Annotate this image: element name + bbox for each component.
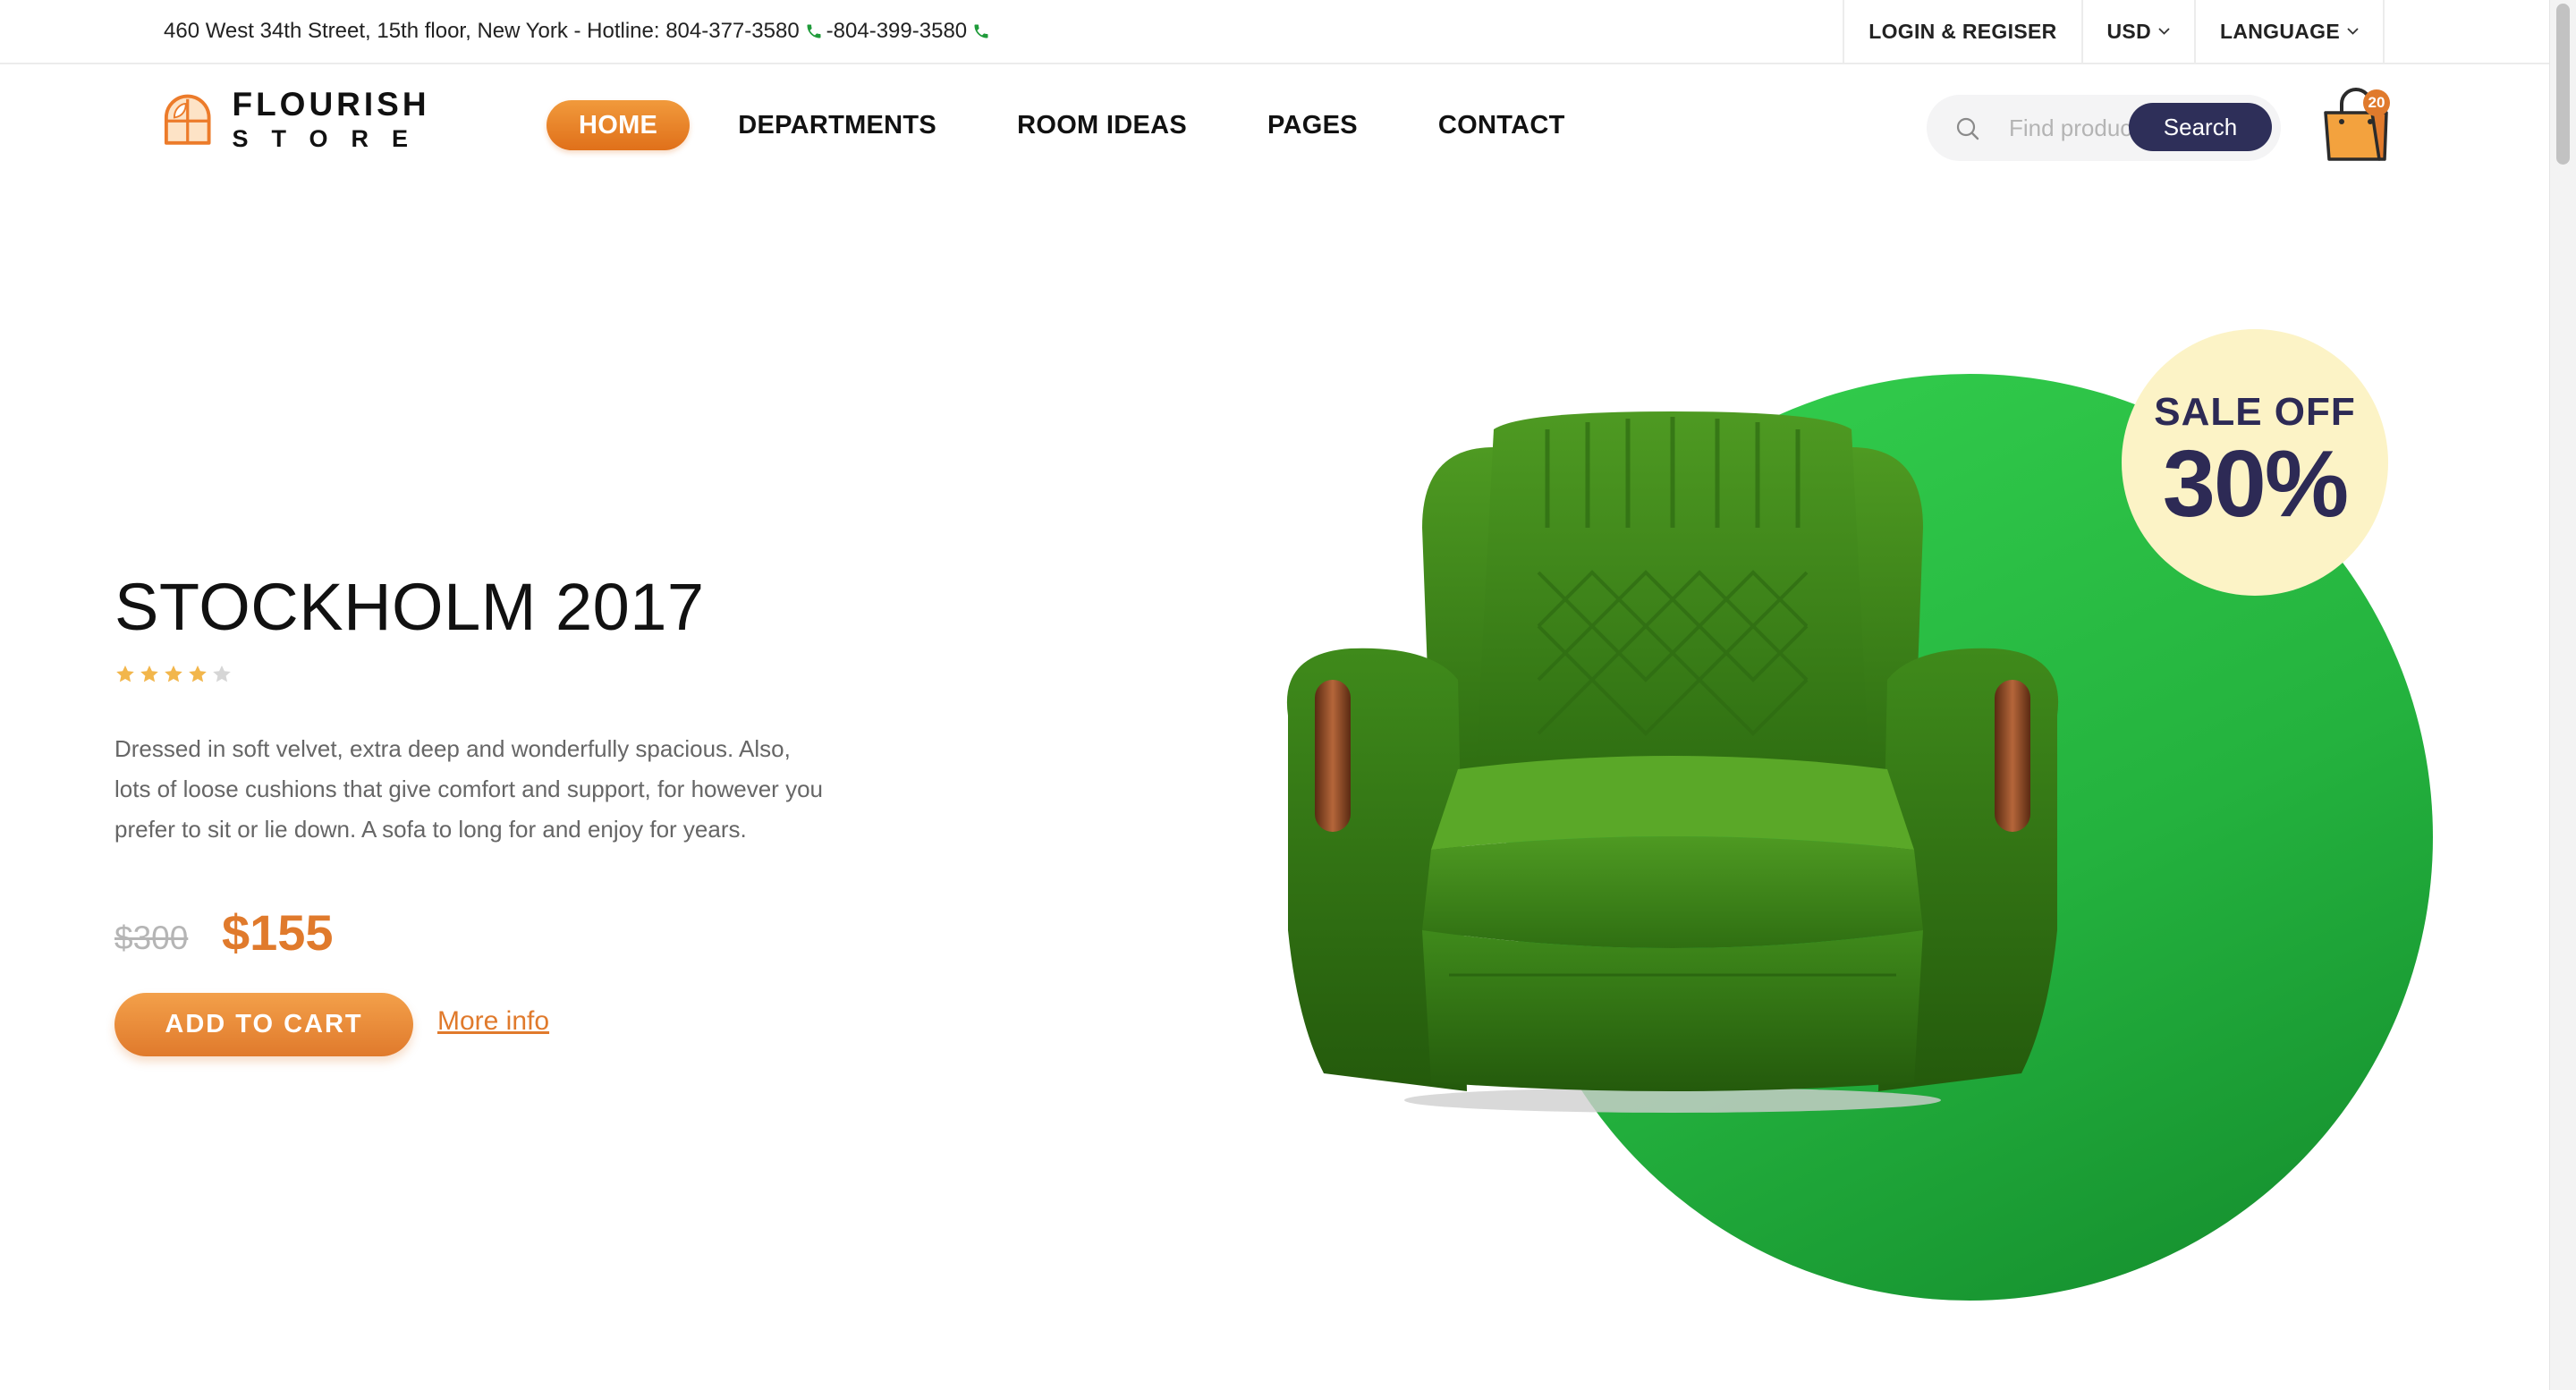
phone-icon xyxy=(807,24,821,38)
page-scrollbar[interactable] xyxy=(2549,0,2576,1390)
chevron-down-icon xyxy=(2347,28,2359,35)
top-info-bar: 460 West 34th Street, 15th floor, New Yo… xyxy=(0,0,2549,64)
search-button[interactable]: Search xyxy=(2129,103,2272,151)
search-input[interactable] xyxy=(2007,111,2141,145)
more-info-link[interactable]: More info xyxy=(437,1006,549,1037)
star-icon xyxy=(116,665,134,682)
star-icon xyxy=(140,665,158,682)
nav-departments[interactable]: DEPARTMENTS xyxy=(738,100,936,150)
login-register-link[interactable]: LOGIN & REGISER xyxy=(1843,0,2080,63)
nav-home[interactable]: HOME xyxy=(547,100,691,150)
star-icon xyxy=(189,665,207,682)
armchair-image xyxy=(1286,411,2059,1113)
sale-percent: 30% xyxy=(2162,431,2349,537)
currency-label: USD xyxy=(2106,19,2151,43)
price-original: $300 xyxy=(114,920,189,956)
logo-name: FLOURISH xyxy=(232,86,430,123)
login-register-label: LOGIN & REGISER xyxy=(1868,19,2057,43)
logo-window-icon xyxy=(164,94,211,145)
product-rating xyxy=(114,664,235,685)
separator-text: - xyxy=(826,19,834,43)
cart-button[interactable]: 20 xyxy=(2320,88,2392,163)
chevron-down-icon xyxy=(2158,28,2170,35)
sale-label: SALE OFF xyxy=(2154,390,2356,434)
price-sale: $155 xyxy=(222,904,334,961)
logo-subtitle: STORE xyxy=(232,125,431,152)
product-description: Dressed in soft velvet, extra deep and w… xyxy=(114,735,823,843)
logo-wordmark: FLOURISH STORE xyxy=(232,87,431,153)
store-logo[interactable]: FLOURISH STORE xyxy=(163,79,431,161)
language-label: LANGUAGE xyxy=(2219,19,2340,43)
product-title: STOCKHOLM 2017 xyxy=(114,570,705,644)
scrollbar-thumb[interactable] xyxy=(2556,4,2570,165)
phone-icon xyxy=(974,24,988,38)
currency-dropdown[interactable]: USD xyxy=(2080,0,2194,63)
account-tools: LOGIN & REGISER USD LANGUAGE xyxy=(1843,0,2385,63)
add-to-cart-button[interactable]: ADD TO CART xyxy=(114,993,413,1056)
main-nav: HOME DEPARTMENTS ROOM IDEAS PAGES CONTAC… xyxy=(547,100,1646,150)
sale-badge: SALE OFF 30% xyxy=(2122,329,2388,596)
cart-count-badge: 20 xyxy=(2363,89,2390,116)
phone-secondary: 804-399-3580 xyxy=(833,19,968,43)
nav-pages[interactable]: PAGES xyxy=(1267,100,1358,150)
star-icon xyxy=(165,665,182,682)
search-bar: Search xyxy=(1927,95,2281,161)
address-text: 460 West 34th Street, 15th floor, New Yo… xyxy=(164,19,800,43)
language-dropdown[interactable]: LANGUAGE xyxy=(2193,0,2385,63)
nav-contact[interactable]: CONTACT xyxy=(1438,100,1565,150)
star-icon xyxy=(213,665,231,682)
nav-room-ideas[interactable]: ROOM IDEAS xyxy=(1017,100,1187,150)
search-icon xyxy=(1956,117,1979,140)
contact-info: 460 West 34th Street, 15th floor, New Yo… xyxy=(164,0,994,63)
